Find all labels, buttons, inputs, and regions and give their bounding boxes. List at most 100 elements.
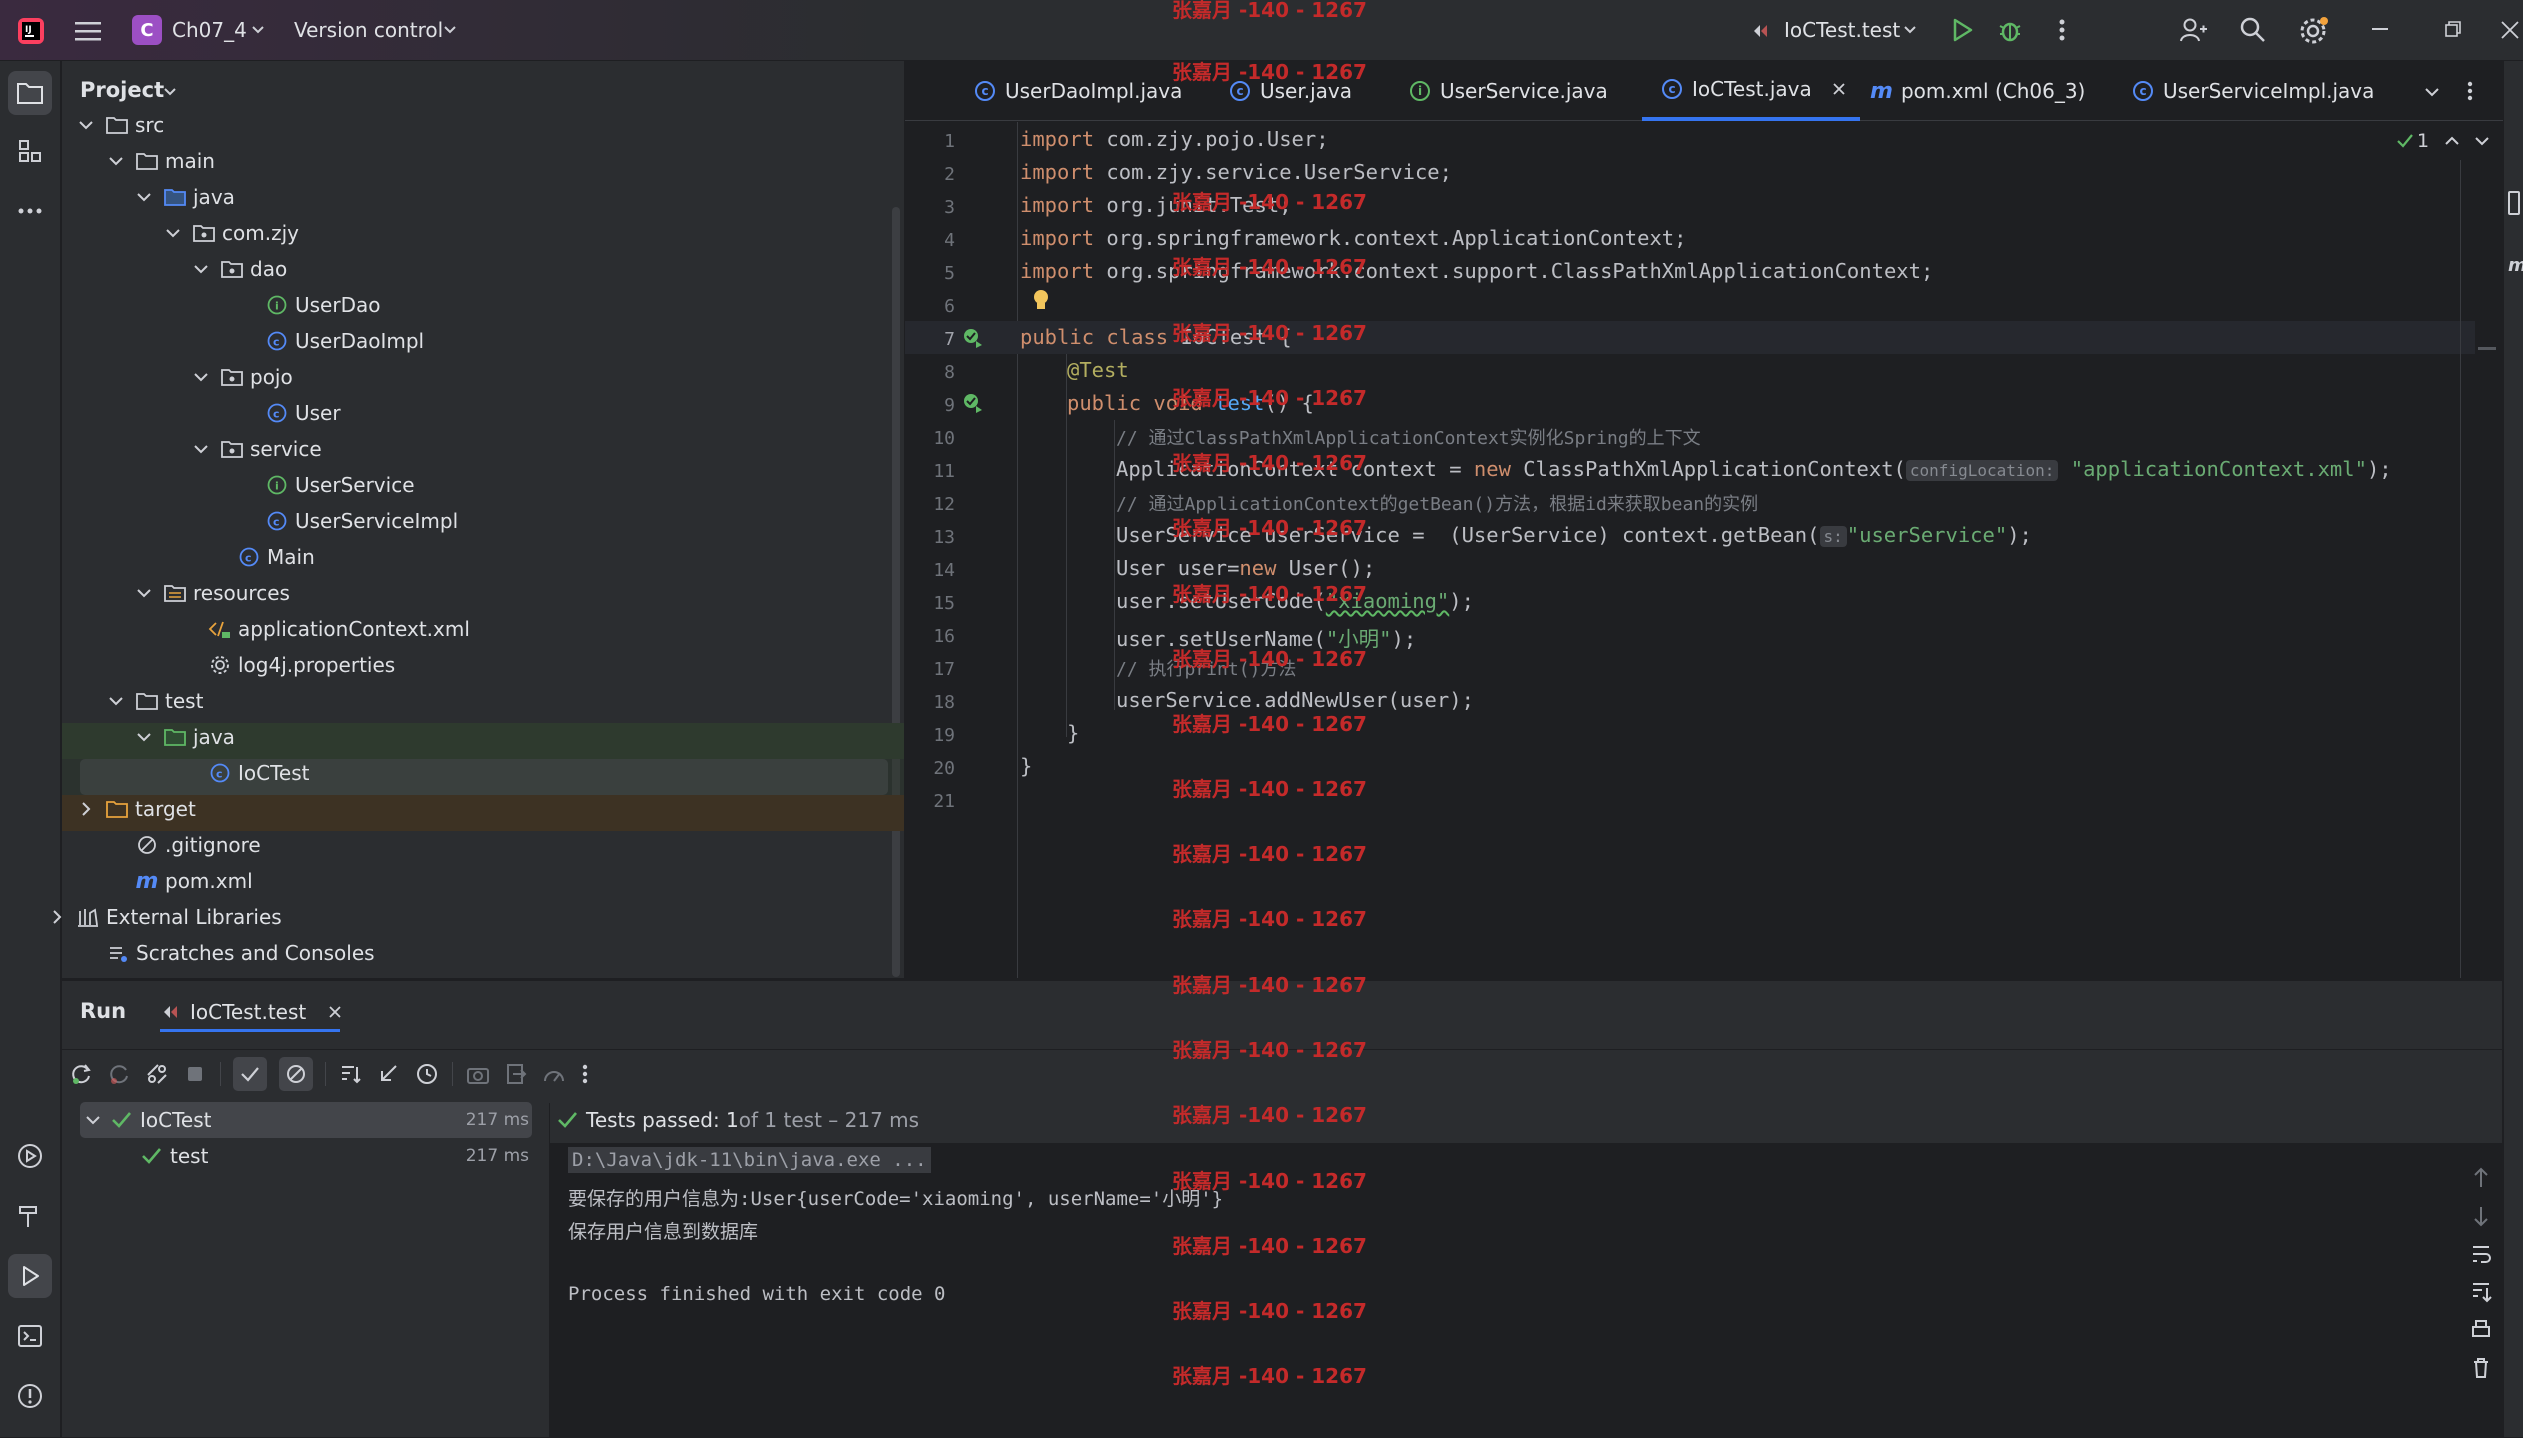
chevron-down-icon[interactable] — [135, 188, 153, 206]
show-ignored-button[interactable] — [279, 1057, 313, 1091]
code-line-20[interactable]: } — [1020, 754, 1032, 778]
editor-scrollbar-track[interactable] — [2460, 160, 2461, 978]
maven-icon[interactable]: m — [2508, 255, 2523, 276]
chevron-down-icon[interactable] — [107, 152, 125, 170]
tree-item[interactable]: pojo — [194, 359, 293, 395]
main-menu-icon[interactable] — [72, 17, 104, 45]
chevron-down-icon[interactable] — [192, 260, 210, 278]
run-config-dropdown[interactable]: IoCTest.test — [1784, 0, 1900, 61]
run-test-gutter-icon[interactable] — [961, 326, 983, 348]
tab-more-icon[interactable] — [2465, 79, 2475, 103]
add-user-icon[interactable] — [2178, 15, 2208, 45]
test-row-test[interactable]: test 217 ms — [140, 1141, 529, 1171]
chevron-down-icon[interactable] — [107, 692, 125, 710]
code-line-2[interactable]: import com.zjy.service.UserService; — [1020, 160, 1452, 184]
close-window-button[interactable] — [2500, 20, 2520, 40]
code-line-8[interactable]: @Test — [1067, 358, 1129, 382]
services-icon — [18, 1144, 42, 1168]
tree-item[interactable]: main — [109, 143, 215, 179]
chevron-down-icon[interactable] — [77, 116, 95, 134]
tree-item[interactable]: c IoCTest — [208, 755, 309, 791]
tree-item[interactable]: java — [137, 179, 235, 215]
tree-item[interactable]: java — [137, 719, 235, 755]
run-test-gutter-icon[interactable] — [961, 391, 983, 413]
tree-item[interactable]: c Main — [237, 539, 315, 575]
tab-userservice[interactable]: i UserService.java — [1410, 61, 1608, 121]
settings-gear-icon[interactable] — [2298, 15, 2330, 47]
project-tool-button[interactable] — [8, 71, 52, 115]
test-row-ioctest[interactable]: IoCTest 217 ms — [84, 1105, 529, 1135]
tab-ioctest[interactable]: c IoCTest.java — [1642, 61, 1860, 121]
tree-item[interactable]: c UserDaoImpl — [265, 323, 424, 359]
watermark-text: 张嘉月 -140 - 1267 — [1172, 516, 1367, 540]
project-name-dropdown[interactable]: Ch07_4 — [172, 0, 247, 61]
build-tool-button[interactable] — [8, 1194, 52, 1238]
chevron-down-icon[interactable] — [135, 728, 153, 746]
close-tab-icon[interactable] — [1832, 82, 1846, 96]
run-panel-title[interactable]: Run — [80, 999, 126, 1023]
code-line-1[interactable]: import com.zjy.pojo.User; — [1020, 127, 1329, 151]
intellij-logo-icon[interactable]: IJ — [16, 16, 46, 46]
debug-icon[interactable] — [1996, 16, 2024, 44]
folder-icon — [17, 83, 43, 104]
more-tools-button[interactable] — [8, 189, 52, 233]
version-control-dropdown[interactable]: Version control — [294, 0, 443, 61]
tree-item[interactable]: com.zjy — [166, 215, 299, 251]
tab-pom-xml[interactable]: m pom.xml (Ch06_3) — [1870, 61, 2085, 121]
problems-tool-button[interactable] — [8, 1374, 52, 1418]
run-config-tab[interactable]: IoCTest.test — [160, 993, 342, 1031]
search-icon[interactable] — [2238, 15, 2268, 45]
minimize-window-button[interactable] — [2372, 28, 2388, 30]
tree-item[interactable]: resources — [137, 575, 290, 611]
tree-item[interactable]: .gitignore — [135, 827, 261, 863]
chevron-down-icon[interactable] — [192, 440, 210, 458]
tab-userdaoimpl[interactable]: c UserDaoImpl.java — [975, 61, 1182, 121]
tree-item[interactable]: i UserService — [265, 467, 415, 503]
tree-item[interactable]: target — [82, 791, 196, 827]
code-line-4[interactable]: import org.springframework.context.Appli… — [1020, 226, 1686, 250]
tree-item[interactable]: c User — [265, 395, 341, 431]
project-scrollbar[interactable] — [892, 207, 900, 977]
tree-item[interactable]: Scratches and Consoles — [106, 935, 375, 971]
tree-item[interactable]: src — [79, 107, 164, 143]
tree-item[interactable]: i UserDao — [265, 287, 380, 323]
chevron-down-icon[interactable] — [192, 368, 210, 386]
code-line-14[interactable]: User user=new User(); — [1116, 556, 1375, 580]
inspection-widget[interactable]: 1 — [2395, 130, 2493, 152]
console-command-line[interactable]: D:\Java\jdk-11\bin\java.exe ... — [568, 1147, 931, 1173]
project-badge[interactable]: C — [132, 15, 162, 45]
restore-window-button[interactable] — [2444, 20, 2462, 38]
tree-item[interactable]: dao — [194, 251, 287, 287]
code-line-5[interactable]: import org.springframework.context.suppo… — [1020, 259, 1933, 283]
lightbulb-icon[interactable] — [1031, 288, 1051, 312]
run-icon[interactable] — [1948, 16, 1976, 44]
show-passed-button[interactable] — [233, 1057, 267, 1091]
tree-item[interactable]: c UserServiceImpl — [265, 503, 458, 539]
chevron-right-icon[interactable] — [77, 800, 95, 818]
chevron-down-icon[interactable] — [135, 584, 153, 602]
tree-item-label: User — [295, 401, 341, 425]
tree-item[interactable]: m pom.xml — [135, 863, 253, 899]
tree-item[interactable]: External Libraries — [53, 899, 282, 935]
tree-item[interactable]: log4j.properties — [208, 647, 395, 683]
chevron-down-icon[interactable] — [162, 84, 178, 100]
notifications-icon[interactable] — [2508, 191, 2520, 215]
more-actions-icon[interactable] — [2052, 16, 2072, 44]
tree-item[interactable]: service — [194, 431, 322, 467]
terminal-tool-button[interactable] — [8, 1314, 52, 1358]
console-output[interactable]: D:\Java\jdk-11\bin\java.exe ... 要保存的用户信息… — [550, 1143, 2502, 1437]
tree-item-label: log4j.properties — [238, 653, 396, 677]
chevron-down-icon[interactable] — [164, 224, 182, 242]
project-panel-title[interactable]: Project — [80, 78, 164, 102]
services-tool-button[interactable] — [8, 1134, 52, 1178]
line-number: 9 — [944, 395, 955, 416]
tab-userserviceimpl[interactable]: c UserServiceImpl.java — [2133, 61, 2374, 121]
tree-item[interactable]: test — [109, 683, 203, 719]
structure-tool-button[interactable] — [8, 129, 52, 173]
run-tool-button[interactable] — [8, 1254, 52, 1298]
tree-item[interactable]: applicationContext.xml — [208, 611, 470, 647]
chevron-right-icon[interactable] — [48, 908, 66, 926]
svg-text:c: c — [245, 552, 252, 565]
code-line-19[interactable]: } — [1067, 721, 1079, 745]
tab-list-chevron-icon[interactable] — [2423, 83, 2441, 101]
